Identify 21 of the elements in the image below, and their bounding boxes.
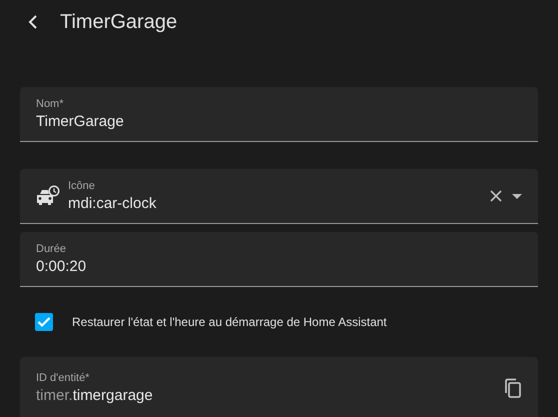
copy-icon[interactable]	[504, 378, 522, 398]
name-field[interactable]: Nom* TimerGarage	[20, 87, 538, 142]
field-label: Icône	[68, 180, 96, 192]
car-clock-icon	[36, 185, 60, 207]
entity-id-field[interactable]: ID d'entité* timer.timergarage	[20, 357, 538, 417]
icon-field[interactable]: Icône mdi:car-clock	[20, 169, 538, 224]
checkbox[interactable]	[35, 313, 53, 331]
checkbox-label: Restaurer l'état et l'heure au démarrage de Home Assistant	[72, 315, 387, 329]
clear-icon[interactable]	[490, 190, 502, 202]
back-icon[interactable]	[28, 15, 38, 29]
page-title: TimerGarage	[60, 10, 178, 34]
field-label: ID d'entité*	[36, 372, 90, 384]
field-value: 0:00:20	[36, 258, 88, 275]
field-value: mdi:car-clock	[68, 195, 158, 212]
field-value: TimerGarage	[36, 113, 125, 130]
field-label: Nom*	[36, 98, 65, 110]
field-label: Durée	[36, 243, 67, 255]
entity-prefix: timer.	[36, 386, 73, 404]
dropdown-caret-icon[interactable]	[512, 194, 522, 198]
field-value: timergarage	[72, 386, 153, 404]
duration-field[interactable]: Durée 0:00:20	[20, 232, 538, 287]
